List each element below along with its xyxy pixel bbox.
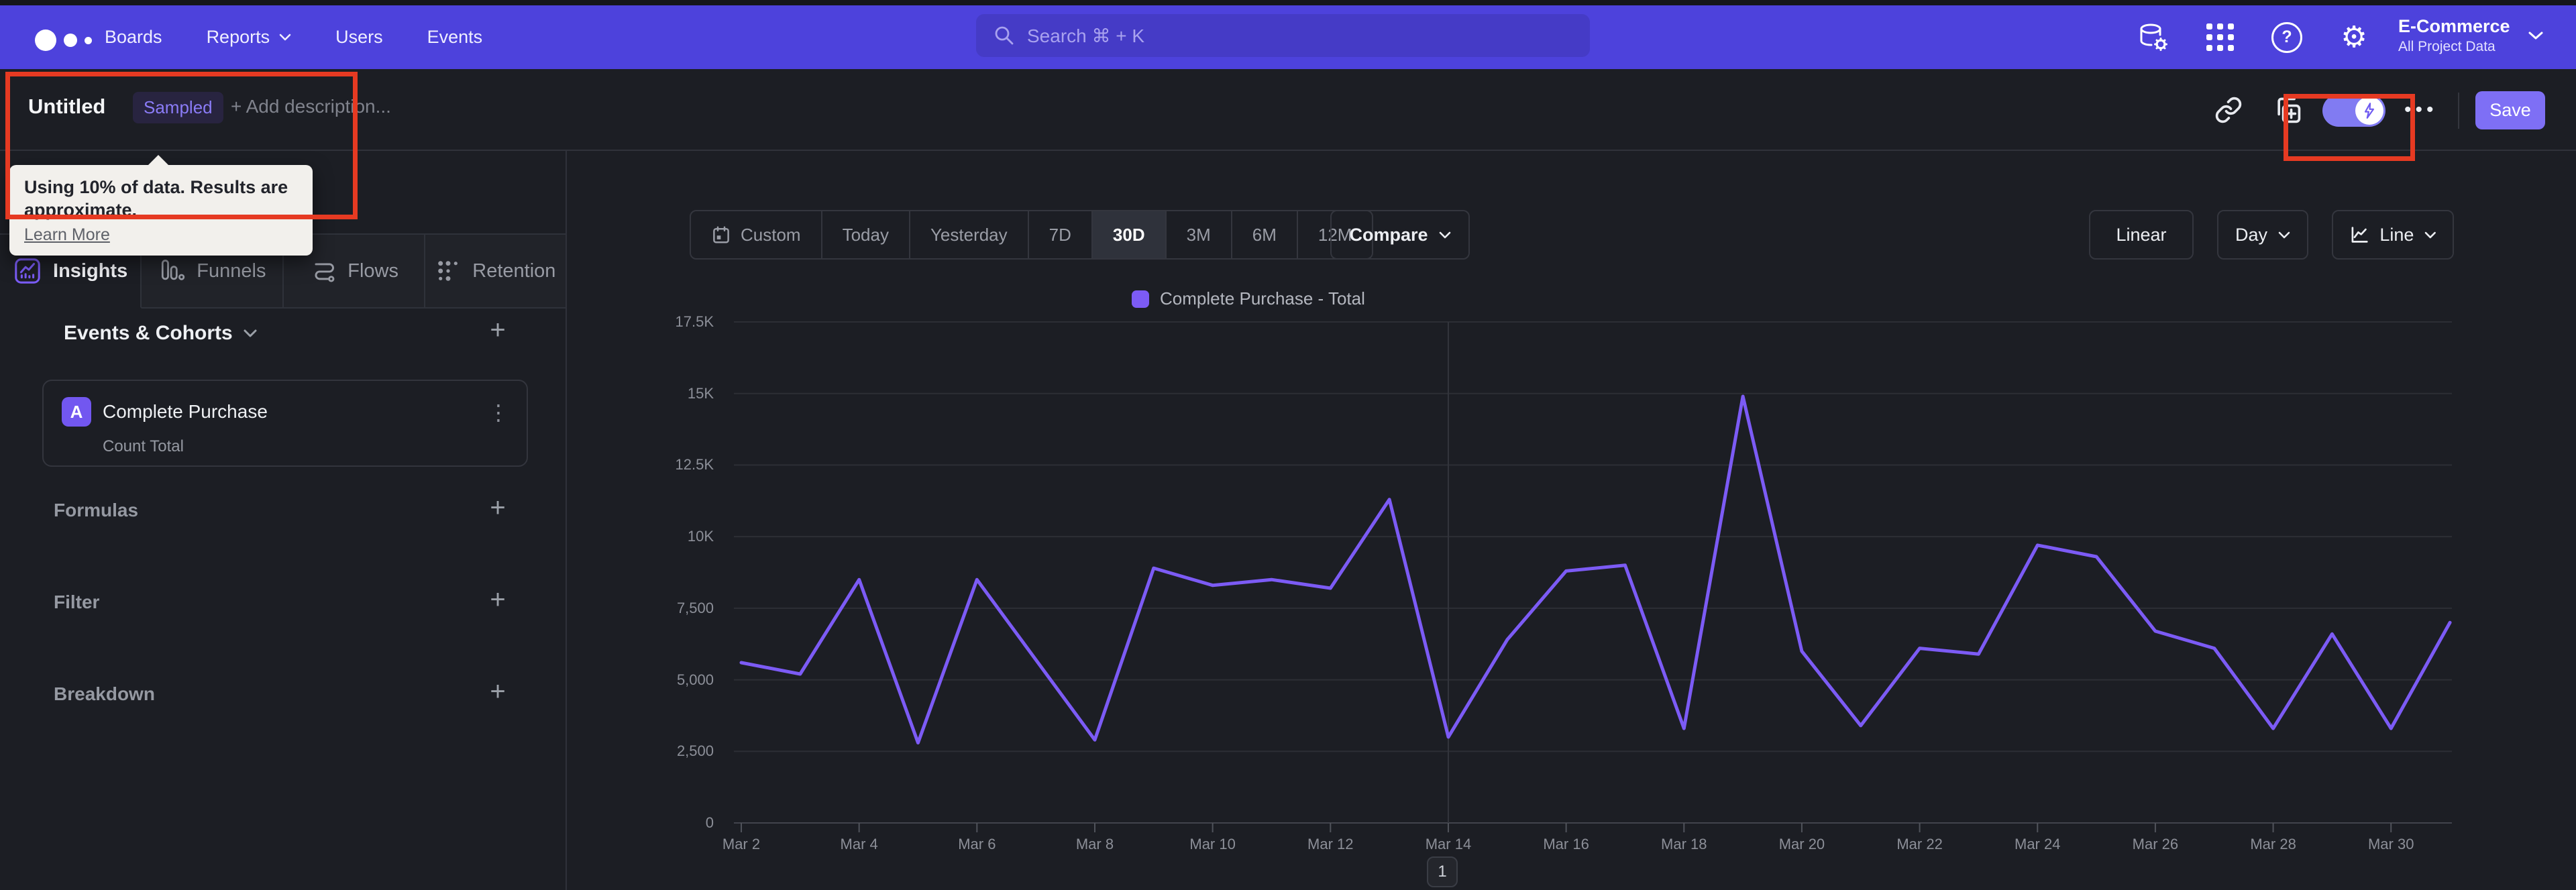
series-line-complete-purchase [739,394,2452,744]
x-axis-tick-label: Mar 16 [1543,836,1589,852]
query-sidebar: Insights Funnels Flows Retention Events … [0,151,567,890]
x-axis-tick-label: Mar 18 [1661,836,1707,852]
search-placeholder: Search ⌘ + K [1027,25,1145,46]
project-scope: All Project Data [2398,39,2496,54]
range-7d[interactable]: 7D [1029,211,1093,258]
range-30d[interactable]: 30D [1092,211,1167,258]
range-custom[interactable]: Custom [691,211,822,258]
y-axis-tick-label: 2,500 [676,742,714,760]
y-axis-tick-label: 5,000 [676,671,714,688]
window-top-strip [0,0,2576,5]
chevron-down-icon [1439,231,1450,238]
header-divider [2458,93,2459,129]
settings-gear-icon[interactable]: ⚙ [2338,21,2370,54]
nav-item-reports[interactable]: Reports [207,27,292,48]
add-breakdown-button[interactable]: + [482,675,514,708]
nav-menu: Boards Reports Users Events [105,5,482,69]
nav-item-users[interactable]: Users [335,27,383,48]
filter-label: Filter [54,592,100,612]
y-axis-tick-label: 17.5K [675,313,714,330]
nav-item-boards[interactable]: Boards [105,27,162,48]
insights-icon [15,258,40,284]
y-axis-tick-label: 12.5K [675,456,714,474]
legend-swatch [1132,290,1149,308]
flows-icon [315,263,335,282]
x-axis-tick-label: Mar 30 [2367,836,2414,852]
tab-retention[interactable]: Retention [425,235,566,309]
chevron-down-icon [279,34,291,41]
project-switcher[interactable]: E-Commerce All Project Data [2398,15,2510,56]
chart-legend-item[interactable]: Complete Purchase - Total [1132,288,1365,309]
legend-label: Complete Purchase - Total [1160,288,1365,309]
breakdown-label: Breakdown [54,683,155,704]
chart-type-dropdown[interactable]: Line [2332,210,2454,260]
search-icon [995,26,1014,45]
x-axis-tick-label: Mar 20 [1778,836,1825,852]
scale-dropdown[interactable]: Linear [2089,210,2194,260]
formulas-label: Formulas [54,500,139,520]
y-axis-tick-label: 10K [687,528,714,545]
annotation-box-toggle [2284,94,2415,161]
add-formula-button[interactable]: + [482,492,514,524]
x-axis-tick-label: Mar 28 [2250,836,2296,852]
mixpanel-logo-icon[interactable] [35,30,92,51]
granularity-dropdown[interactable]: Day [2217,210,2308,260]
range-3m[interactable]: 3M [1167,211,1232,258]
data-management-icon[interactable] [2137,21,2169,54]
event-card[interactable]: A Complete Purchase ⋮ Count Total [42,380,528,467]
project-chevron-down-icon [2528,31,2544,40]
x-axis-tick-label: Mar 10 [1189,836,1236,852]
event-name: Complete Purchase [103,401,268,422]
x-axis-tick-label: Mar 2 [722,836,761,852]
range-yesterday[interactable]: Yesterday [910,211,1029,258]
nav-item-events[interactable]: Events [427,27,483,48]
x-axis-tick-label: Mar 12 [1307,836,1354,852]
event-kebab-menu-icon[interactable]: ⋮ [488,400,509,425]
add-filter-button[interactable]: + [482,583,514,616]
save-button[interactable]: Save [2475,91,2545,129]
app-window: Boards Reports Users Events Search ⌘ + K… [0,0,2576,890]
calendar-icon [713,226,729,243]
x-axis-tick-label: Mar 22 [1896,836,1943,852]
x-axis-tick-label: Mar 8 [1075,836,1114,852]
y-axis-tick-label: 0 [705,814,714,831]
chevron-down-icon [2278,231,2290,238]
annotation-box-title [5,72,358,219]
apps-grid-icon[interactable] [2204,21,2236,54]
pagination-page-1[interactable]: 1 [1427,856,1458,887]
y-axis-tick-label: 15K [687,384,714,402]
x-axis-tick-label: Mar 14 [1425,836,1472,852]
range-6m[interactable]: 6M [1232,211,1298,258]
chevron-down-icon [244,329,257,337]
report-header-bar: Untitled Sampled + Add description... ••… [0,69,2576,151]
compare-dropdown[interactable]: Compare [1330,210,1470,260]
date-range-selector: Custom Today Yesterday 7D 30D 3M 6M 12M [690,210,1374,260]
learn-more-link[interactable]: Learn More [24,225,110,245]
help-icon[interactable]: ? [2271,21,2303,54]
add-event-button[interactable]: + [482,314,514,346]
top-navigation-bar: Boards Reports Users Events Search ⌘ + K… [0,5,2576,69]
events-cohorts-heading[interactable]: Events & Cohorts [64,322,257,345]
line-chart-icon [2351,227,2368,243]
event-letter-badge: A [62,397,91,427]
search-input[interactable]: Search ⌘ + K [976,14,1590,57]
x-axis-tick-label: Mar 6 [958,836,996,852]
chevron-down-icon [2425,231,2436,238]
funnels-icon [162,260,185,280]
range-today[interactable]: Today [822,211,910,258]
x-axis-tick-label: Mar 24 [2015,836,2061,852]
line-chart-canvas[interactable] [734,321,2452,836]
copy-link-icon[interactable] [2212,94,2245,126]
nav-icon-group: ? ⚙ [2137,5,2370,69]
x-axis-tick-label: Mar 26 [2132,836,2179,852]
y-axis-tick-label: 7,500 [676,599,714,616]
project-name: E-Commerce [2398,16,2510,36]
x-axis-tick-label: Mar 4 [840,836,878,852]
event-metric[interactable]: Count Total [103,437,184,456]
retention-icon [438,261,458,281]
